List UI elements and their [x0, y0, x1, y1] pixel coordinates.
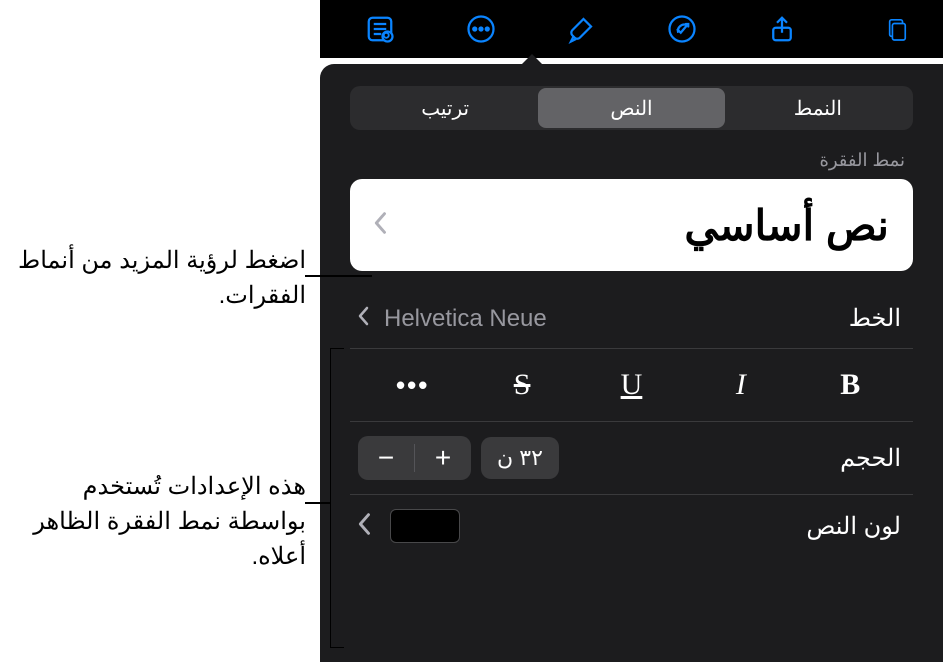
strikethrough-button[interactable]: S: [467, 363, 576, 407]
paragraph-style-section-label: نمط الفقرة: [358, 150, 905, 171]
callout-paragraph-styles: اضغط لرؤية المزيد من أنماط الفقرات.: [6, 244, 306, 314]
size-label: الحجم: [840, 444, 905, 473]
tab-text[interactable]: النص: [538, 88, 724, 128]
text-color-label: لون النص: [806, 512, 905, 541]
paragraph-style-row[interactable]: نص أساسي: [350, 179, 913, 271]
callout-settings: هذه الإعدادات تُستخدم بواسطة نمط الفقرة …: [6, 470, 306, 574]
bold-button[interactable]: B: [796, 363, 905, 407]
tab-style[interactable]: النمط: [725, 88, 911, 128]
size-value-chip[interactable]: ٣٢ ن: [481, 437, 559, 479]
size-decrease-button[interactable]: −: [358, 436, 414, 480]
more-styles-button[interactable]: •••: [358, 363, 467, 407]
brush-icon[interactable]: [556, 9, 606, 49]
chevron-left-icon: [358, 512, 372, 541]
chevron-left-icon: [358, 305, 370, 333]
tab-arrange[interactable]: ترتيب: [352, 88, 538, 128]
doc-icon[interactable]: [858, 9, 908, 49]
share-icon[interactable]: [757, 9, 807, 49]
size-stepper: − +: [358, 436, 471, 480]
italic-button[interactable]: I: [686, 363, 795, 407]
size-increase-button[interactable]: +: [415, 436, 471, 480]
text-color-row[interactable]: لون النص: [350, 495, 913, 557]
more-icon[interactable]: [456, 9, 506, 49]
callout-bracket: [330, 348, 344, 648]
format-panel: النمط النص ترتيب نمط الفقرة نص أساسي الخ…: [320, 64, 943, 662]
top-toolbar: [320, 0, 943, 58]
underline-button[interactable]: U: [577, 363, 686, 407]
read-mode-icon[interactable]: [355, 9, 405, 49]
font-value: Helvetica Neue: [384, 305, 547, 333]
callout-line: [305, 275, 372, 277]
size-row: الحجم − + ٣٢ ن: [350, 422, 913, 495]
text-settings: الخط Helvetica Neue B I U S ••• الحجم −: [350, 289, 913, 557]
font-style-buttons: B I U S •••: [350, 349, 913, 422]
text-color-swatch[interactable]: [390, 509, 460, 543]
chevron-left-icon: [374, 211, 388, 240]
callout-line: [305, 502, 331, 504]
font-row[interactable]: الخط Helvetica Neue: [350, 289, 913, 349]
font-label: الخط: [849, 304, 905, 333]
paragraph-style-name: نص أساسي: [684, 201, 889, 250]
redo-icon[interactable]: [657, 9, 707, 49]
format-tabs: النمط النص ترتيب: [350, 86, 913, 130]
